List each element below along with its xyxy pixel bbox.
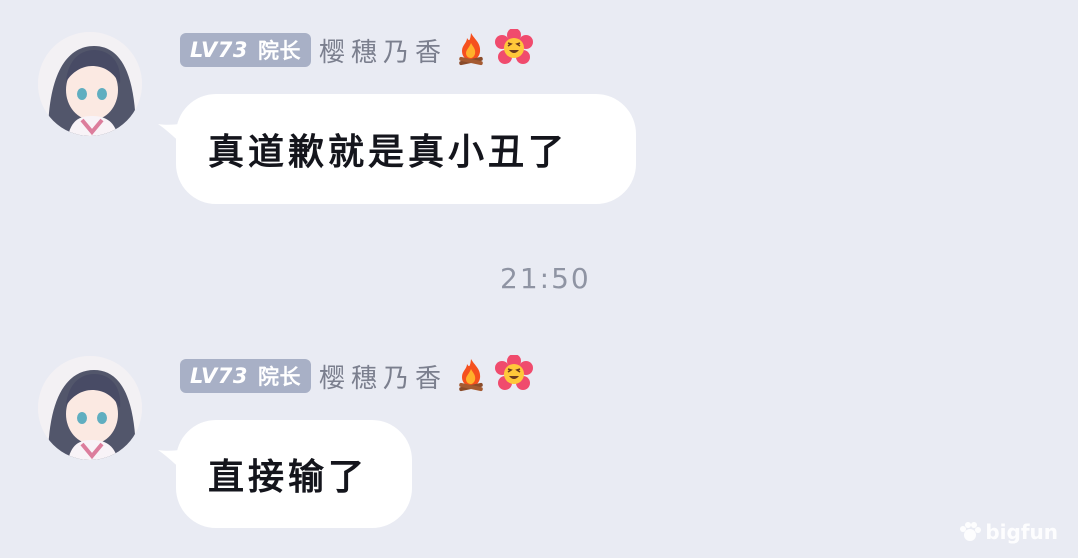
paw-logo-icon	[960, 522, 982, 541]
avatar[interactable]	[38, 356, 142, 460]
level-badge[interactable]: LV73 院长	[180, 359, 311, 393]
message-text: 直接输了	[208, 456, 369, 498]
bigfun-watermark: bigfun	[959, 520, 1058, 544]
anime-girl-avatar-icon	[38, 356, 142, 460]
message-text: 真道歉就是真小丑了	[208, 131, 569, 173]
campfire-icon	[453, 356, 489, 396]
level-text: LV73	[190, 364, 248, 388]
chat-screen: LV73 院长 樱穗乃香 真道歉就是真小丑了 21:50 LV73 院长 樱穗乃…	[0, 0, 1078, 558]
watermark-text: bigfun	[985, 520, 1058, 544]
level-badge[interactable]: LV73 院长	[180, 33, 311, 67]
username[interactable]: 樱穗乃香	[319, 358, 447, 395]
message-bubble[interactable]: 真道歉就是真小丑了	[176, 94, 636, 204]
message-header: LV73 院长 樱穗乃香	[180, 354, 533, 397]
campfire-icon	[453, 30, 489, 70]
smiling-flower-icon	[494, 28, 533, 71]
level-text: LV73	[190, 38, 248, 62]
message-bubble[interactable]: 直接输了	[176, 420, 412, 528]
level-title: 院长	[257, 365, 301, 389]
level-title: 院长	[257, 39, 301, 63]
username[interactable]: 樱穗乃香	[319, 32, 447, 69]
message-header: LV73 院长 樱穗乃香	[180, 28, 533, 71]
message-timestamp: 21:50	[500, 262, 591, 295]
anime-girl-avatar-icon	[38, 32, 142, 136]
smiling-flower-icon	[494, 354, 533, 397]
avatar[interactable]	[38, 32, 142, 136]
